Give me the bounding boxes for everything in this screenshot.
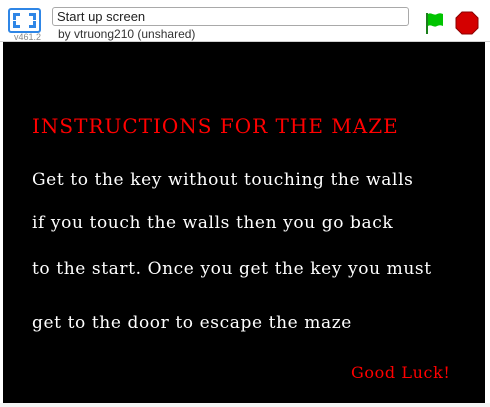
instruction-line-4: get to the door to escape the maze — [32, 313, 352, 333]
instruction-line-1: Get to the key without touching the wall… — [32, 170, 414, 190]
green-flag-button[interactable] — [421, 11, 445, 35]
author-label: by vtruong210 (unshared) — [58, 27, 196, 41]
fullscreen-button[interactable] — [8, 8, 41, 33]
instruction-line-3: to the start. Once you get the key you m… — [32, 259, 432, 279]
project-stage[interactable]: INSTRUCTIONS FOR THE MAZE Get to the key… — [3, 42, 485, 403]
good-luck-text: Good Luck! — [351, 363, 451, 382]
player-footer-edge — [0, 403, 490, 407]
fullscreen-icon — [8, 8, 41, 33]
green-flag-icon — [426, 13, 443, 34]
instruction-line-2: if you touch the walls then you go back — [32, 213, 394, 233]
scratch-player-window: v461.2 by vtruong210 (unshared) INSTRUCT… — [0, 0, 490, 407]
player-header: v461.2 by vtruong210 (unshared) — [0, 0, 490, 42]
stop-button[interactable] — [455, 11, 479, 35]
stop-sign-icon — [455, 11, 479, 35]
instructions-heading: INSTRUCTIONS FOR THE MAZE — [32, 114, 399, 138]
project-title-input[interactable] — [52, 7, 409, 26]
